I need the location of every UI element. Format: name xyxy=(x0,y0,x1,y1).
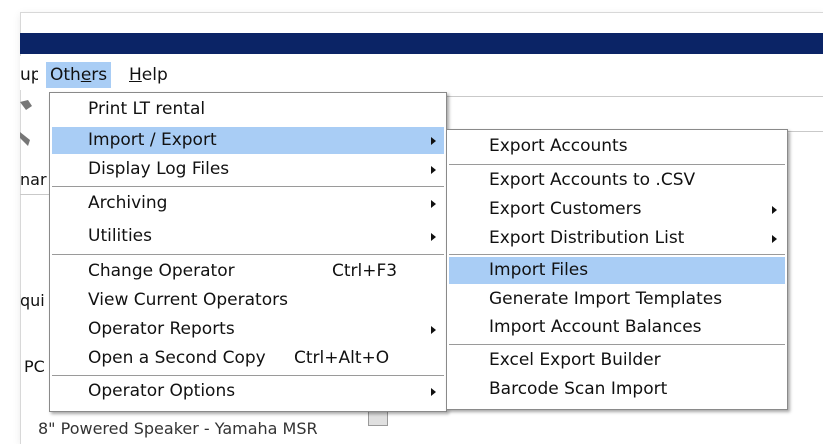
submenu-arrow-icon xyxy=(431,388,436,396)
menu-item-label: Open a Second Copy xyxy=(88,348,266,368)
menu-item-label: Utilities xyxy=(88,226,152,246)
menu-item-export-accounts-csv[interactable]: Export Accounts to .CSV xyxy=(449,167,785,194)
menu-item-shortcut: Ctrl+Alt+O xyxy=(294,348,390,368)
menu-others[interactable]: Others xyxy=(46,62,112,88)
menu-item-utilities[interactable]: Utilities xyxy=(52,223,444,250)
submenu-arrow-icon xyxy=(772,235,777,243)
menu-item-export-customers[interactable]: Export Customers xyxy=(449,196,785,223)
field-label-partial: nar xyxy=(20,170,47,189)
menu-item-print-lt-rental[interactable]: Print LT rental xyxy=(52,96,444,123)
menu-item-label: Export Accounts to .CSV xyxy=(489,170,696,190)
submenu-arrow-icon xyxy=(431,233,436,241)
menu-bar: up Others Help xyxy=(20,56,823,90)
menu-item-barcode-scan-import[interactable]: Barcode Scan Import xyxy=(449,376,785,403)
title-bar xyxy=(20,33,823,54)
menu-separator xyxy=(52,254,444,255)
menu-item-label: Import Account Balances xyxy=(489,317,702,337)
menu-item-generate-import-templates[interactable]: Generate Import Templates xyxy=(449,286,785,313)
wrench-icon[interactable] xyxy=(20,98,36,114)
menu-item-label: Generate Import Templates xyxy=(489,289,723,309)
menu-help[interactable]: Help xyxy=(129,62,168,88)
field-label-partial: PC xyxy=(24,357,45,376)
import-export-submenu: Export Accounts Export Accounts to .CSV … xyxy=(446,129,788,410)
menu-separator xyxy=(449,164,785,165)
menu-item-label: Import / Export xyxy=(88,130,217,150)
field-label-partial: qui xyxy=(20,291,45,310)
menu-item-label: Barcode Scan Import xyxy=(489,379,668,399)
submenu-arrow-icon xyxy=(431,200,436,208)
menu-separator xyxy=(449,344,785,345)
tool-icon[interactable] xyxy=(20,132,36,148)
others-menu: Print LT rental Import / Export Display … xyxy=(49,92,447,412)
menu-item-label: Excel Export Builder xyxy=(489,350,661,370)
submenu-arrow-icon xyxy=(431,326,436,334)
menu-item-operator-reports[interactable]: Operator Reports xyxy=(52,316,444,343)
menu-item-label: Change Operator xyxy=(88,261,235,281)
menu-item-archiving[interactable]: Archiving xyxy=(52,190,444,217)
menu-separator xyxy=(52,186,444,187)
menu-item-open-second-copy[interactable]: Open a Second Copy Ctrl+Alt+O xyxy=(52,345,444,372)
menu-separator xyxy=(449,254,785,255)
submenu-arrow-icon xyxy=(772,206,777,214)
menu-item-change-operator[interactable]: Change Operator Ctrl+F3 xyxy=(52,258,444,285)
submenu-arrow-icon xyxy=(431,166,436,174)
divider xyxy=(20,194,50,195)
menu-item-operator-options[interactable]: Operator Options xyxy=(52,378,444,405)
menu-item-label: Archiving xyxy=(88,193,168,213)
menu-item-label: Display Log Files xyxy=(88,159,230,179)
menu-item-label: Export Customers xyxy=(489,199,642,219)
menu-item-label: View Current Operators xyxy=(88,290,288,310)
menu-others-label-a: Oth xyxy=(50,65,81,85)
menu-others-accel: e xyxy=(80,65,92,85)
menu-item-shortcut: Ctrl+F3 xyxy=(332,261,398,281)
menu-item-label: Import Files xyxy=(489,260,589,280)
menu-item-import-account-balances[interactable]: Import Account Balances xyxy=(449,314,785,341)
menu-help-accel: H xyxy=(129,65,142,85)
menu-item-view-current-operators[interactable]: View Current Operators xyxy=(52,287,444,314)
menu-item-import-files[interactable]: Import Files xyxy=(449,257,785,284)
menu-separator xyxy=(52,375,444,376)
menu-item-display-log-files[interactable]: Display Log Files xyxy=(52,156,444,183)
menu-item-excel-export-builder[interactable]: Excel Export Builder xyxy=(449,347,785,374)
submenu-arrow-icon xyxy=(431,137,436,145)
menu-item-import-export[interactable]: Import / Export xyxy=(52,127,444,154)
menu-item-label: Operator Reports xyxy=(88,319,235,339)
menu-item-label: Operator Options xyxy=(88,381,236,401)
menu-item-export-accounts[interactable]: Export Accounts xyxy=(449,133,785,160)
menu-item-export-distribution-list[interactable]: Export Distribution List xyxy=(449,225,785,252)
menu-item-label: Export Distribution List xyxy=(489,228,685,248)
divider xyxy=(440,96,823,97)
menu-previous[interactable]: up xyxy=(20,62,38,88)
menu-help-label: elp xyxy=(141,65,168,85)
item-description: 8" Powered Speaker - Yamaha MSR xyxy=(38,419,318,438)
menu-others-label-b: rs xyxy=(91,65,108,85)
menu-item-label: Print LT rental xyxy=(88,99,206,119)
menu-item-label: Export Accounts xyxy=(489,136,628,156)
